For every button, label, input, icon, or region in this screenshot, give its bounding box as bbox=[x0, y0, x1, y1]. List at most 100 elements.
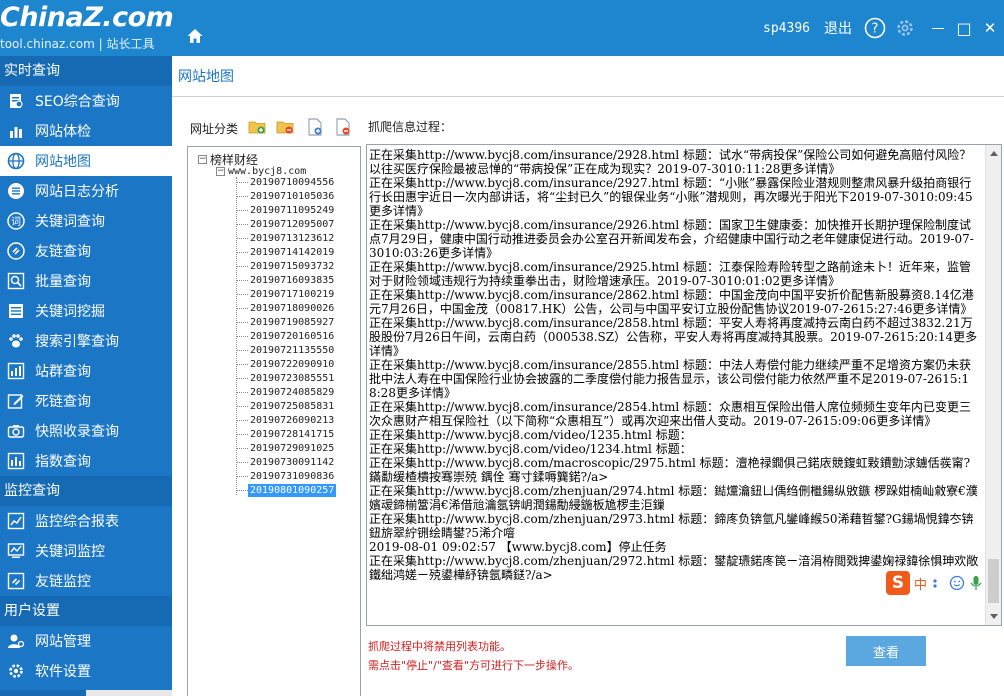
crawl-log[interactable]: 正在采集http://www.bycj8.com/insurance/2928.… bbox=[366, 144, 1002, 626]
tree-node[interactable]: 20190710105036 bbox=[236, 189, 336, 203]
sidebar-item-monitor-report[interactable]: 监控综合报表 bbox=[0, 506, 172, 536]
tree-node[interactable]: 20190712095007 bbox=[236, 217, 336, 231]
crawl-log-text: 正在采集http://www.bycj8.com/insurance/2928.… bbox=[367, 145, 981, 582]
tree-node[interactable]: 20190728141715 bbox=[236, 427, 336, 441]
tree-node-label: 20190730091142 bbox=[250, 456, 335, 468]
sidebar-item-sitemap[interactable]: 网站地图 bbox=[0, 146, 172, 176]
add-folder-icon[interactable] bbox=[248, 118, 266, 136]
tree-node[interactable]: 20190731090836 bbox=[236, 469, 336, 483]
tree-connector bbox=[236, 447, 248, 449]
sidebar-item-index[interactable]: 指数查询 bbox=[0, 446, 172, 476]
sidebar-item-label: 软件设置 bbox=[35, 664, 91, 680]
help-icon[interactable]: ? bbox=[864, 17, 886, 39]
sidebar-item-snapshot[interactable]: 快照收录查询 bbox=[0, 416, 172, 446]
scroll-up-icon[interactable] bbox=[986, 145, 1001, 161]
sidebar-item-label: 死链查询 bbox=[35, 394, 91, 410]
tree-connector bbox=[236, 321, 248, 323]
sidebar-item-site-manage[interactable]: 网站管理 bbox=[0, 626, 172, 656]
logout-link[interactable]: 退出 bbox=[824, 18, 852, 38]
gear-icon[interactable] bbox=[894, 17, 916, 39]
tree-node-label: 20190711095249 bbox=[250, 204, 335, 216]
log-line: 正在采集http://www.bycj8.com/insurance/2927.… bbox=[369, 176, 973, 218]
delete-folder-icon[interactable] bbox=[276, 118, 294, 136]
add-page-icon[interactable] bbox=[306, 118, 324, 136]
tree-connector bbox=[236, 265, 248, 267]
tree-node[interactable]: 20190722090910 bbox=[236, 357, 336, 371]
delete-page-icon[interactable] bbox=[334, 118, 352, 136]
sogou-icon[interactable]: S bbox=[886, 571, 910, 595]
logo-subtitle: tool.chinaz.com | 站长工具 bbox=[0, 37, 155, 51]
tree-node[interactable]: 20190716093835 bbox=[236, 273, 336, 287]
sidebar-item-software-settings[interactable]: 软件设置 bbox=[0, 656, 172, 686]
sidebar-item-keyword-mining[interactable]: 关键词挖掘 bbox=[0, 296, 172, 326]
sidebar-item-friendlink-monitor[interactable]: 友链监控 bbox=[0, 566, 172, 596]
main-panel: 网站地图 网址分类 − 榜样财经 − www.bycj8.com 2019071… bbox=[172, 56, 1004, 696]
maximize-button[interactable]: □ bbox=[952, 17, 976, 39]
sidebar-item-seo[interactable]: SEO综合查询 bbox=[0, 86, 172, 116]
tree-node[interactable]: 20190717100219 bbox=[236, 287, 336, 301]
sidebar-group-user-settings: 用户设置 bbox=[0, 596, 172, 626]
view-button[interactable]: 查看 bbox=[846, 636, 926, 666]
tree-node-label: 20190801090257 bbox=[248, 483, 337, 497]
minimize-button[interactable]: — bbox=[926, 17, 950, 39]
close-button[interactable]: ✕ bbox=[978, 17, 1002, 39]
tree-node[interactable]: 20190715093732 bbox=[236, 259, 336, 273]
tree-node[interactable]: 20190726090213 bbox=[236, 413, 336, 427]
sidebar-item-batch-query[interactable]: 批量查询 bbox=[0, 266, 172, 296]
sidebar-group-realtime: 实时查询 bbox=[0, 56, 172, 86]
tree-node[interactable]: 20190711095249 bbox=[236, 203, 336, 217]
tree-node[interactable]: 20190729091025 bbox=[236, 441, 336, 455]
microphone-icon[interactable] bbox=[969, 575, 983, 591]
tree-node[interactable]: 20190723085551 bbox=[236, 371, 336, 385]
tree-node[interactable]: 20190721135550 bbox=[236, 343, 336, 357]
scroll-down-icon[interactable] bbox=[986, 609, 1001, 625]
log-line: 正在采集http://www.bycj8.com/insurance/2926.… bbox=[369, 218, 974, 260]
tree-node[interactable]: 20190720160516 bbox=[236, 329, 336, 343]
sidebar-item-keyword-monitor[interactable]: 关键词监控 bbox=[0, 536, 172, 566]
log-scrollbar[interactable] bbox=[985, 145, 1001, 625]
sidebar-item-friendlink-query[interactable]: 友链查询 bbox=[0, 236, 172, 266]
sidebar-item-site-check[interactable]: 网站体检 bbox=[0, 116, 172, 146]
tree-node[interactable]: 20190724085829 bbox=[236, 385, 336, 399]
sidebar-item-label: SEO综合查询 bbox=[35, 94, 120, 110]
tree-node-label: 20190717100219 bbox=[250, 288, 335, 300]
category-tree[interactable]: − 榜样财经 − www.bycj8.com 20190710094556 201… bbox=[187, 146, 361, 696]
tree-node[interactable]: 20190719085927 bbox=[236, 315, 336, 329]
emoji-icon[interactable] bbox=[949, 575, 965, 591]
tree-node[interactable]: 20190801090257 bbox=[236, 483, 337, 497]
sidebar-item-deadlink[interactable]: 死链查询 bbox=[0, 386, 172, 416]
tree-node-label: 20190720160516 bbox=[250, 330, 335, 342]
edit-icon bbox=[6, 391, 26, 411]
tree-node[interactable]: 20190710094556 bbox=[236, 175, 336, 189]
tree-node-label: 20190722090910 bbox=[250, 358, 335, 370]
list-icon bbox=[6, 301, 26, 321]
tree-connector bbox=[236, 349, 248, 351]
tree-node[interactable]: 20190718090026 bbox=[236, 301, 336, 315]
tree-connector bbox=[236, 433, 248, 435]
tree-node[interactable]: 20190725085831 bbox=[236, 399, 336, 413]
sidebar-group-monitor: 监控查询 bbox=[0, 476, 172, 506]
crawl-info-label: 抓爬信息过程： bbox=[368, 120, 453, 134]
tree-node-label: 20190716093835 bbox=[250, 274, 335, 286]
tree-connector bbox=[236, 489, 248, 491]
tree-connector bbox=[236, 475, 248, 477]
username: sp4396 bbox=[763, 20, 810, 36]
sidebar-item-label: 关键词监控 bbox=[35, 544, 105, 560]
sidebar-item-log-analysis[interactable]: 网站日志分析 bbox=[0, 176, 172, 206]
ime-toolbar[interactable]: S 中 bbox=[886, 570, 1002, 596]
sidebar-item-label: 友链监控 bbox=[35, 574, 91, 590]
collapse-icon[interactable]: − bbox=[198, 155, 207, 164]
home-icon[interactable] bbox=[186, 27, 204, 45]
punctuation-icon[interactable] bbox=[931, 576, 945, 590]
log-line: 正在采集http://www.bycj8.com/insurance/2854.… bbox=[369, 400, 971, 428]
log-line: 正在采集http://www.bycj8.com/insurance/2855.… bbox=[369, 358, 971, 400]
sidebar-item-search-engine[interactable]: 搜索引擎查询 bbox=[0, 326, 172, 356]
sidebar-item-label: 网站体检 bbox=[35, 124, 91, 140]
tree-node[interactable]: 20190713123612 bbox=[236, 231, 336, 245]
sidebar-item-keyword-query[interactable]: 词 关键词查询 bbox=[0, 206, 172, 236]
collapse-icon[interactable]: − bbox=[216, 167, 225, 176]
ime-lang-label[interactable]: 中 bbox=[914, 574, 927, 593]
tree-node[interactable]: 20190714142019 bbox=[236, 245, 336, 259]
sidebar-item-site-group[interactable]: 站群查询 bbox=[0, 356, 172, 386]
tree-node[interactable]: 20190730091142 bbox=[236, 455, 336, 469]
